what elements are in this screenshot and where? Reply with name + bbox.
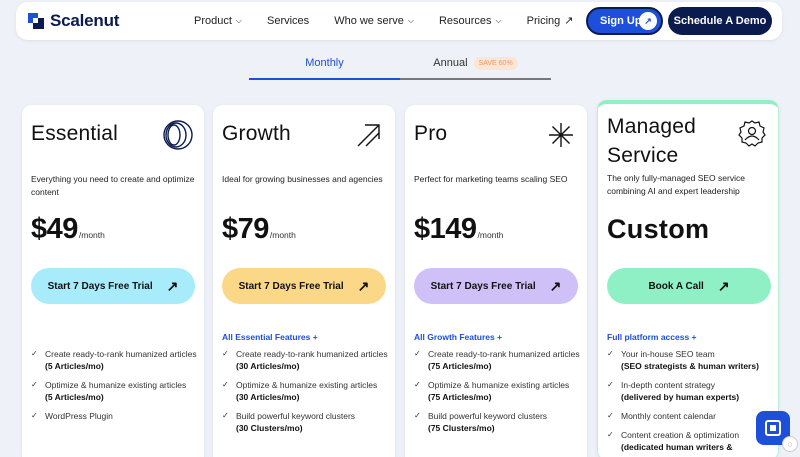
chevron-down-icon: ⌵ — [407, 15, 414, 25]
plan-card-managed-service: Managed Service The only fully-managed S… — [597, 100, 779, 457]
list-item: Create ready-to-rank humanized articles(… — [414, 348, 582, 372]
sign-up-button[interactable]: Sign Up ↗ — [586, 7, 663, 35]
top-navbar: Scalenut Product ⌵ Services Who we serve… — [16, 2, 782, 40]
plan-price: $49 /month — [31, 213, 105, 246]
arrow-up-right-icon: ↗ — [564, 15, 574, 27]
arrow-up-right-icon: ↗ — [639, 12, 657, 30]
sparkle-asterisk-icon — [549, 123, 573, 147]
nav-link-resources[interactable]: Resources ⌵ — [439, 14, 502, 27]
plan-title: Essential — [31, 122, 119, 145]
features-heading: Full platform access + — [607, 332, 697, 342]
plan-description: Everything you need to create and optimi… — [31, 174, 195, 197]
gear-person-icon — [738, 120, 766, 147]
plan-title: Managed Service — [607, 115, 696, 167]
price-unit: /month — [269, 230, 296, 240]
concentric-circles-icon — [163, 120, 193, 150]
list-item: Build powerful keyword clusters(30 Clust… — [222, 410, 390, 434]
price-unit: /month — [477, 230, 504, 240]
list-item: Monthly content calendar — [607, 410, 775, 422]
plan-price: $149 /month — [414, 213, 504, 246]
list-item: Create ready-to-rank humanized articles(… — [222, 348, 390, 372]
list-item: In-depth content strategy(delivered by h… — [607, 379, 775, 403]
arrow-up-right-icon — [357, 124, 380, 147]
list-item: WordPress Plugin — [31, 410, 199, 422]
plan-price: $79 /month — [222, 213, 296, 246]
list-item: Create ready-to-rank humanized articles(… — [31, 348, 199, 372]
billing-period-tabs: Monthly Annual SAVE 60% — [249, 48, 551, 82]
plan-card-pro: Pro Perfect for marketing teams scaling … — [405, 105, 587, 457]
list-item: Your in-house SEO team(SEO strategists &… — [607, 348, 775, 372]
logo-mark-icon — [28, 13, 44, 29]
schedule-demo-button[interactable]: Schedule A Demo — [668, 7, 772, 35]
features-heading: All Growth Features + — [414, 332, 503, 342]
tab-annual[interactable]: Annual SAVE 60% — [400, 48, 551, 80]
plan-description: Perfect for marketing teams scaling SEO — [414, 174, 568, 184]
nav-link-services[interactable]: Services — [267, 14, 309, 27]
list-item: Optimize & humanize existing articles(5 … — [31, 379, 199, 403]
plan-description: Ideal for growing businesses and agencie… — [222, 174, 383, 184]
nav-links: Product ⌵ Services Who we serve ⌵ Resour… — [194, 14, 598, 28]
start-trial-button[interactable]: Start 7 Days Free Trial ↗ — [222, 268, 386, 304]
scalenut-logo[interactable]: Scalenut — [28, 11, 119, 31]
feature-list: Create ready-to-rank humanized articles(… — [222, 348, 390, 441]
price-unit: /month — [78, 230, 105, 240]
feature-list: Create ready-to-rank humanized articles(… — [31, 348, 199, 429]
nav-link-pricing[interactable]: Pricing ↗ — [527, 14, 574, 28]
arrow-up-right-icon: ↗ — [717, 277, 730, 294]
plan-card-essential: Essential Everything you need to create … — [22, 105, 204, 457]
start-trial-button[interactable]: Start 7 Days Free Trial ↗ — [414, 268, 578, 304]
price-amount: $79 — [222, 213, 269, 245]
plan-card-growth: Growth Ideal for growing businesses and … — [213, 105, 395, 457]
feature-list: Create ready-to-rank humanized articles(… — [414, 348, 582, 441]
start-trial-button[interactable]: Start 7 Days Free Trial ↗ — [31, 268, 195, 304]
chat-icon — [765, 420, 781, 436]
list-item: Content creation & optimization(dedicate… — [607, 429, 775, 453]
chevron-down-icon: ⌵ — [235, 15, 242, 25]
plan-title: Growth — [222, 122, 291, 145]
book-a-call-button[interactable]: Book A Call ↗ — [607, 268, 771, 304]
save-badge: SAVE 60% — [473, 56, 518, 70]
plan-description: The only fully-managed SEO service combi… — [607, 173, 745, 196]
accessibility-icon[interactable]: ◌ — [782, 436, 798, 452]
list-item: Optimize & humanize existing articles(75… — [414, 379, 582, 403]
nav-link-product[interactable]: Product ⌵ — [194, 14, 242, 27]
tab-monthly[interactable]: Monthly — [249, 48, 400, 80]
features-heading: All Essential Features + — [222, 332, 318, 342]
plan-title: Pro — [414, 122, 448, 145]
price-amount: $49 — [31, 213, 78, 245]
plan-price: Custom — [607, 214, 709, 245]
feature-list: Your in-house SEO team(SEO strategists &… — [607, 348, 775, 457]
chevron-down-icon: ⌵ — [495, 15, 502, 25]
logo-text: Scalenut — [50, 11, 120, 30]
arrow-up-right-icon: ↗ — [549, 277, 562, 294]
arrow-up-right-icon: ↗ — [357, 277, 370, 294]
arrow-up-right-icon: ↗ — [166, 277, 179, 294]
list-item: Optimize & humanize existing articles(30… — [222, 379, 390, 403]
price-amount: $149 — [414, 213, 477, 245]
nav-link-who-we-serve[interactable]: Who we serve ⌵ — [334, 14, 414, 27]
price-amount: Custom — [607, 214, 710, 244]
list-item: Build powerful keyword clusters(75 Clust… — [414, 410, 582, 434]
